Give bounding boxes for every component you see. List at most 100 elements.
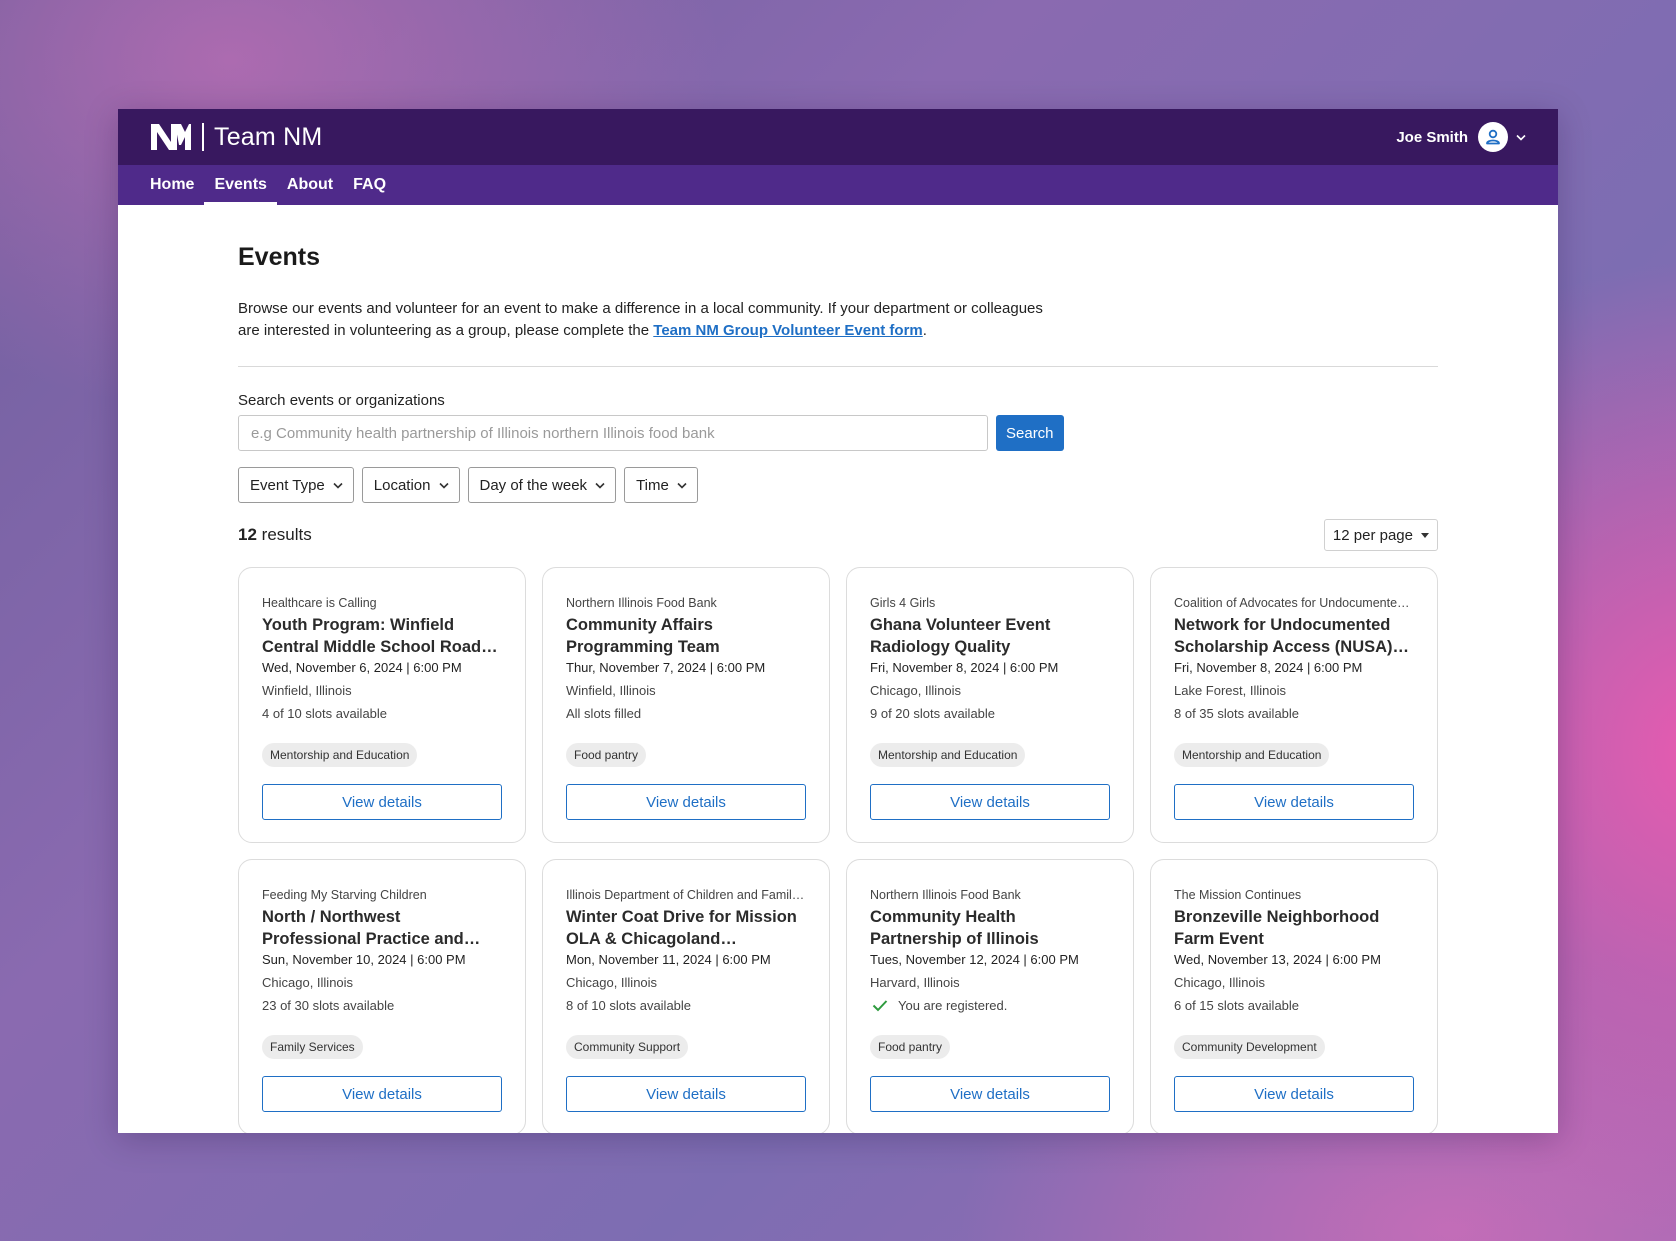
- event-card: The Mission Continues Bronzeville Neighb…: [1150, 859, 1438, 1133]
- search-button[interactable]: Search: [996, 415, 1064, 451]
- event-card: Feeding My Starving Children North / Nor…: [238, 859, 526, 1133]
- nav-faq[interactable]: FAQ: [343, 165, 396, 205]
- event-title: North / Northwest Professional Practice …: [262, 908, 464, 948]
- event-card: Girls 4 Girls Ghana Volunteer Event Radi…: [846, 567, 1134, 843]
- view-details-button[interactable]: View details: [1174, 784, 1414, 820]
- event-slots: 9 of 20 slots available: [870, 706, 1110, 721]
- event-date: Wed, November 13, 2024 | 6:00 PM: [1174, 952, 1381, 967]
- event-date: Tues, November 12, 2024 | 6:00 PM: [870, 952, 1079, 967]
- event-slots: 8 of 35 slots available: [1174, 706, 1414, 721]
- filter-label: Event Type: [250, 476, 325, 494]
- view-details-button[interactable]: View details: [566, 784, 806, 820]
- chevron-down-icon: [595, 482, 605, 489]
- event-title: Network for Undocumented Scholarship Acc…: [1174, 616, 1393, 656]
- search-label: Search events or organizations: [238, 392, 445, 409]
- event-title: Ghana Volunteer Event Radiology Quality: [870, 616, 1051, 656]
- event-slots: 6 of 15 slots available: [1174, 998, 1414, 1013]
- intro-text: Browse our events and volunteer for an e…: [238, 298, 1058, 342]
- event-title: Youth Program: Winfield Central Middle S…: [262, 616, 491, 656]
- user-menu[interactable]: Joe Smith: [1396, 122, 1526, 152]
- brand[interactable]: Team NM: [150, 123, 322, 152]
- event-type-tag: Mentorship and Education: [870, 743, 1026, 767]
- user-avatar-icon: [1478, 122, 1508, 152]
- nm-logo-icon: [151, 124, 191, 150]
- event-organization: Coalition of Advocates for Undocumented …: [1174, 596, 1414, 610]
- filter-label: Time: [636, 476, 669, 494]
- per-page-select[interactable]: 12 per page: [1323, 519, 1438, 551]
- chevron-down-icon: [333, 482, 343, 489]
- slots-text: 9 of 20 slots available: [870, 706, 996, 721]
- event-location: Chicago, Illinois: [1174, 975, 1266, 990]
- results-row: 12 results 12 per page: [238, 518, 1438, 552]
- event-location: Lake Forest, Illinois: [1174, 683, 1286, 698]
- event-title: Community Health Partnership of Illinois: [870, 908, 1039, 948]
- event-slots: 8 of 10 slots available: [566, 998, 806, 1013]
- slots-text: You are registered.: [898, 998, 1008, 1013]
- search-input[interactable]: [238, 415, 988, 451]
- chevron-down-icon: [1516, 134, 1526, 141]
- chevron-down-icon: [438, 482, 449, 489]
- event-slots: 4 of 10 slots available: [262, 706, 502, 721]
- event-location: Winfield, Illinois: [566, 683, 656, 698]
- event-type-tag: Community Development: [1174, 1035, 1325, 1059]
- event-date: Fri, November 8, 2024 | 6:00 PM: [1174, 660, 1363, 675]
- slots-text: 8 of 10 slots available: [566, 998, 692, 1013]
- user-name: Joe Smith: [1396, 128, 1468, 146]
- event-organization: Healthcare is Calling: [262, 596, 377, 610]
- page-title: Events: [238, 243, 320, 271]
- event-type-tag: Food pantry: [870, 1035, 951, 1059]
- slots-text: All slots filled: [566, 706, 642, 721]
- event-organization: Feeding My Starving Children: [262, 888, 427, 902]
- event-location: Winfield, Illinois: [262, 683, 352, 698]
- filter-location[interactable]: Location: [361, 467, 460, 503]
- results-count: 12 results: [238, 525, 312, 545]
- brand-name: Team NM: [214, 122, 323, 151]
- divider: [238, 366, 1438, 367]
- event-location: Chicago, Illinois: [566, 975, 658, 990]
- event-card: Northern Illinois Food Bank Community He…: [846, 859, 1134, 1133]
- event-date: Fri, November 8, 2024 | 6:00 PM: [870, 660, 1059, 675]
- main-nav: Home Events About FAQ: [118, 165, 1558, 205]
- filter-label: Day of the week: [479, 476, 588, 494]
- event-card: Illinois Department of Children and Fami…: [542, 859, 830, 1133]
- filter-time[interactable]: Time: [624, 467, 698, 503]
- slots-text: 23 of 30 slots available: [262, 998, 395, 1013]
- event-date: Mon, November 11, 2024 | 6:00 PM: [566, 952, 771, 967]
- event-date: Thur, November 7, 2024 | 6:00 PM: [566, 660, 766, 675]
- slots-text: 6 of 15 slots available: [1174, 998, 1300, 1013]
- nav-about[interactable]: About: [277, 165, 343, 205]
- event-type-tag: Family Services: [262, 1035, 363, 1059]
- view-details-button[interactable]: View details: [262, 1076, 502, 1112]
- results-label: results: [261, 525, 312, 544]
- event-slots: 23 of 30 slots available: [262, 998, 502, 1013]
- results-number: 12: [238, 525, 257, 544]
- nav-events[interactable]: Events: [204, 165, 278, 205]
- check-icon: [872, 999, 888, 1012]
- caret-down-icon: [1421, 532, 1429, 538]
- view-details-button[interactable]: View details: [870, 784, 1110, 820]
- nav-home[interactable]: Home: [150, 165, 204, 205]
- view-details-button[interactable]: View details: [870, 1076, 1110, 1112]
- event-location: Chicago, Illinois: [870, 683, 962, 698]
- event-card: Coalition of Advocates for Undocumented …: [1150, 567, 1438, 843]
- chevron-down-icon: [677, 482, 687, 489]
- event-card: Northern Illinois Food Bank Community Af…: [542, 567, 830, 843]
- event-location: Chicago, Illinois: [262, 975, 354, 990]
- event-location: Harvard, Illinois: [870, 975, 960, 990]
- main-content: Events Browse our events and volunteer f…: [118, 205, 1558, 1133]
- view-details-button[interactable]: View details: [1174, 1076, 1414, 1112]
- filter-event-type[interactable]: Event Type: [238, 467, 354, 503]
- view-details-button[interactable]: View details: [566, 1076, 806, 1112]
- event-date: Wed, November 6, 2024 | 6:00 PM: [262, 660, 462, 675]
- group-volunteer-form-link[interactable]: Team NM Group Volunteer Event form: [653, 322, 922, 339]
- event-slots: All slots filled: [566, 706, 806, 721]
- event-card: Healthcare is Calling Youth Program: Win…: [238, 567, 526, 843]
- search-row: Search: [238, 415, 1438, 451]
- event-type-tag: Mentorship and Education: [262, 743, 418, 767]
- filter-label: Location: [373, 476, 431, 494]
- filter-day-of-week[interactable]: Day of the week: [467, 467, 617, 503]
- event-organization: The Mission Continues: [1174, 888, 1302, 902]
- view-details-button[interactable]: View details: [262, 784, 502, 820]
- per-page-value: 12 per page: [1332, 526, 1413, 544]
- event-slots: You are registered.: [870, 998, 1110, 1013]
